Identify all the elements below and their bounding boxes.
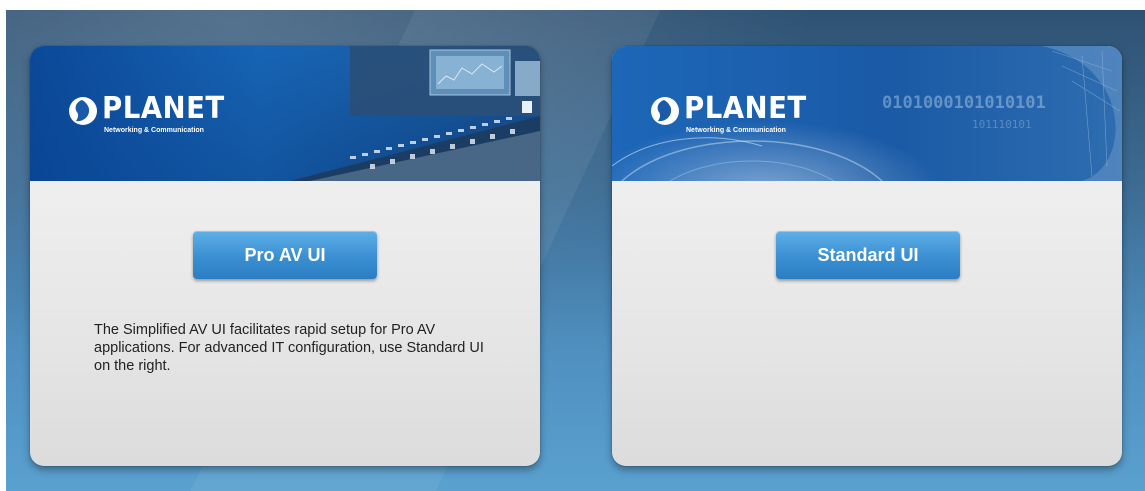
pro-av-ui-button[interactable]: Pro AV UI: [193, 231, 377, 279]
pro-av-banner: PLANET Networking & Communication: [30, 46, 540, 181]
audio-console-image: [290, 46, 540, 181]
logo-wordmark: PLANET: [684, 91, 807, 126]
svg-text:101110101: 101110101: [972, 118, 1032, 131]
planet-logo: PLANET Networking & Communication: [650, 91, 820, 144]
planet-logo-icon: [651, 97, 679, 125]
logo-tagline: Networking & Communication: [686, 127, 786, 134]
logo-tagline: Networking & Communication: [104, 127, 204, 134]
planet-logo: PLANET Networking & Communication: [68, 91, 238, 144]
standard-banner: 0101000101010101 101110101 PLANET Networ…: [612, 46, 1122, 181]
pro-av-ui-card: PLANET Networking & Communication Pro AV…: [30, 46, 540, 466]
logo-wordmark: PLANET: [102, 91, 225, 126]
svg-text:0101000101010101: 0101000101010101: [882, 93, 1046, 113]
pro-av-description: The Simplified AV UI facilitates rapid s…: [94, 322, 484, 374]
planet-logo-icon: [69, 97, 97, 125]
standard-ui-button[interactable]: Standard UI: [776, 231, 960, 279]
standard-ui-card: 0101000101010101 101110101 PLANET Networ…: [612, 46, 1122, 466]
